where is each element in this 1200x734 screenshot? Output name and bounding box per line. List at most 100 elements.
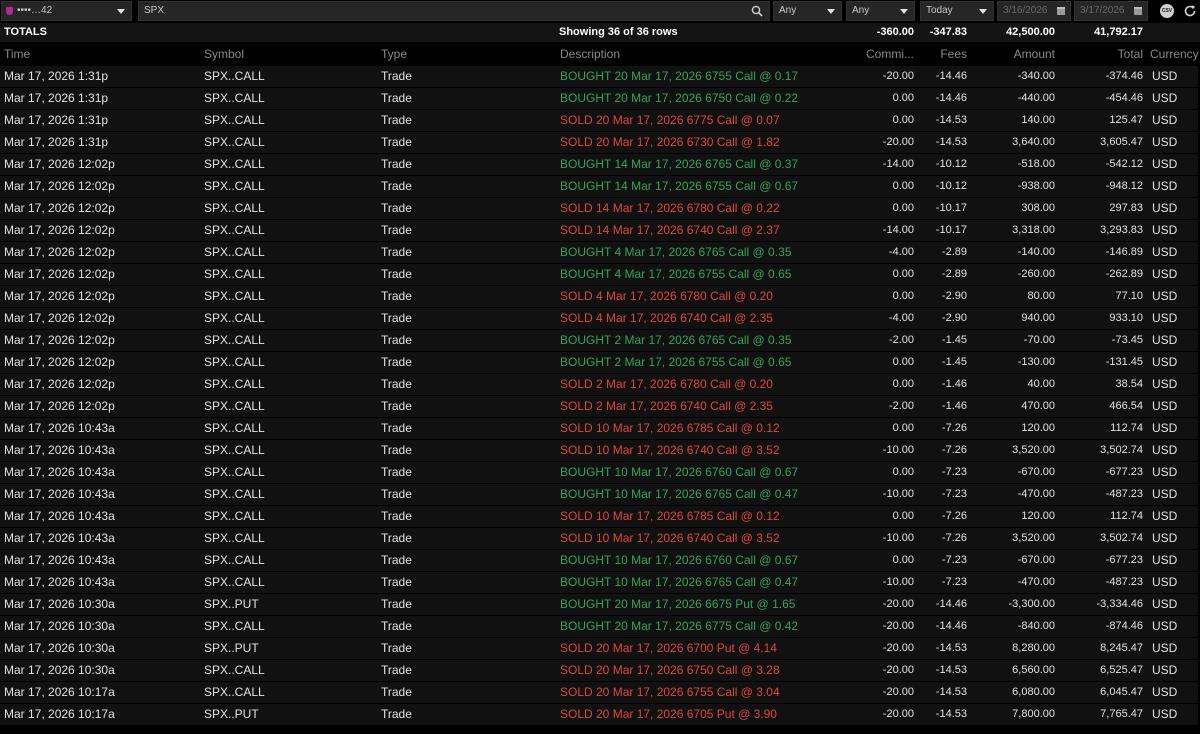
cell-type: Trade	[381, 597, 412, 611]
table-row[interactable]: Mar 17, 2026 10:43a SPX..CALL Trade BOUGHT …	[0, 550, 1198, 571]
cell-commission: -10.00	[882, 444, 914, 456]
column-header-time[interactable]: Time	[4, 44, 30, 65]
table-row[interactable]: Mar 17, 2026 1:31p SPX..CALL Trade SOLD 20 …	[0, 110, 1198, 131]
table-row[interactable]: Mar 17, 2026 12:02p SPX..CALL Trade BOUGHT …	[0, 154, 1198, 175]
cell-total: 38.54	[1115, 378, 1143, 390]
chevron-down-icon	[900, 9, 908, 14]
cell-total: 112.74	[1110, 510, 1143, 522]
cell-commission: 0.00	[892, 554, 914, 566]
cell-symbol: SPX..CALL	[204, 135, 265, 149]
column-header-type[interactable]: Type	[381, 44, 407, 65]
cell-commission: -20.00	[882, 642, 914, 654]
cell-currency: USD	[1152, 641, 1178, 655]
column-header-commission[interactable]: Commi...	[866, 44, 914, 65]
table-row[interactable]: Mar 17, 2026 10:30a SPX..PUT Trade SOLD 20 …	[0, 638, 1198, 659]
column-header-total[interactable]: Total	[1118, 44, 1143, 65]
date-from-input[interactable]: 3/16/2026	[997, 1, 1071, 21]
table-row[interactable]: Mar 17, 2026 10:30a SPX..CALL Trade SOLD 20…	[0, 660, 1198, 681]
cell-symbol: SPX..CALL	[204, 377, 265, 391]
table-row[interactable]: Mar 17, 2026 12:02p SPX..CALL Trade SOLD 4 …	[0, 308, 1198, 329]
cell-fees: -1.46	[941, 400, 967, 412]
cell-type: Trade	[381, 157, 412, 171]
cell-symbol: SPX..PUT	[204, 641, 259, 655]
cell-type: Trade	[381, 91, 412, 105]
table-row[interactable]: Mar 17, 2026 12:02p SPX..CALL Trade BOUGHT …	[0, 352, 1198, 373]
table-row[interactable]: Mar 17, 2026 10:43a SPX..CALL Trade SOLD 10…	[0, 528, 1198, 549]
table-row[interactable]: Mar 17, 2026 12:02p SPX..CALL Trade SOLD 4 …	[0, 286, 1198, 307]
table-row[interactable]: Mar 17, 2026 1:31p SPX..CALL Trade BOUGHT 2…	[0, 66, 1198, 87]
calendar-icon[interactable]	[1057, 7, 1065, 15]
table-header: Time Symbol Type Description Commi... Fe…	[0, 44, 1200, 65]
cell-fees: -14.53	[935, 642, 967, 654]
cell-symbol: SPX..CALL	[204, 663, 265, 677]
cell-amount: -70.00	[1023, 334, 1055, 346]
search-icon[interactable]	[751, 5, 763, 17]
table-row[interactable]: Mar 17, 2026 12:02p SPX..CALL Trade SOLD 14…	[0, 220, 1198, 241]
table-row[interactable]: Mar 17, 2026 10:17a SPX..CALL Trade SOLD 20…	[0, 682, 1198, 703]
column-header-currency[interactable]: Currency	[1150, 44, 1199, 65]
cell-commission: -4.00	[888, 312, 914, 324]
totals-amount: 42,500.00	[1006, 26, 1055, 38]
column-header-symbol[interactable]: Symbol	[204, 44, 244, 65]
cell-fees: -7.26	[941, 532, 967, 544]
account-selector[interactable]: ••••…42	[1, 1, 132, 21]
cell-amount: -840.00	[1017, 620, 1055, 632]
status-filter-select[interactable]: Any	[846, 1, 915, 21]
cell-currency: USD	[1152, 135, 1178, 149]
cell-time: Mar 17, 2026 10:30a	[4, 619, 115, 633]
cell-currency: USD	[1152, 179, 1178, 193]
table-row[interactable]: Mar 17, 2026 12:02p SPX..CALL Trade SOLD 2 …	[0, 374, 1198, 395]
table-row[interactable]: Mar 17, 2026 12:02p SPX..CALL Trade SOLD 2 …	[0, 396, 1198, 417]
cell-currency: USD	[1152, 69, 1178, 83]
export-csv-icon[interactable]: CSV	[1160, 4, 1174, 18]
cell-description: BOUGHT 10 Mar 17, 2026 6765 Call @ 0.47	[560, 575, 799, 589]
table-row[interactable]: Mar 17, 2026 12:02p SPX..CALL Trade BOUGHT …	[0, 330, 1198, 351]
table-row[interactable]: Mar 17, 2026 12:02p SPX..CALL Trade BOUGHT …	[0, 264, 1198, 285]
cell-time: Mar 17, 2026 12:02p	[4, 267, 115, 281]
cell-commission: -4.00	[888, 246, 914, 258]
cell-amount: -470.00	[1017, 488, 1055, 500]
date-from-value: 3/16/2026	[1003, 5, 1048, 16]
refresh-icon[interactable]	[1183, 4, 1197, 18]
cell-amount: -670.00	[1017, 554, 1055, 566]
cell-type: Trade	[381, 663, 412, 677]
date-to-input[interactable]: 3/17/2026	[1074, 1, 1148, 21]
cell-total: 8,245.47	[1100, 642, 1143, 654]
table-row[interactable]: Mar 17, 2026 12:02p SPX..CALL Trade BOUGHT …	[0, 176, 1198, 197]
cell-time: Mar 17, 2026 10:43a	[4, 443, 115, 457]
table-row[interactable]: Mar 17, 2026 12:02p SPX..CALL Trade BOUGHT …	[0, 242, 1198, 263]
table-row[interactable]: Mar 17, 2026 10:43a SPX..CALL Trade BOUGHT …	[0, 484, 1198, 505]
cell-type: Trade	[381, 443, 412, 457]
column-header-amount[interactable]: Amount	[1014, 44, 1055, 65]
cell-type: Trade	[381, 619, 412, 633]
table-row[interactable]: Mar 17, 2026 12:02p SPX..CALL Trade SOLD 14…	[0, 198, 1198, 219]
cell-total: -677.23	[1105, 466, 1143, 478]
date-range-select[interactable]: Today	[920, 1, 994, 21]
cell-currency: USD	[1152, 597, 1178, 611]
table-row[interactable]: Mar 17, 2026 10:43a SPX..CALL Trade BOUGHT …	[0, 572, 1198, 593]
table-row[interactable]: Mar 17, 2026 10:30a SPX..CALL Trade BOUGHT …	[0, 616, 1198, 637]
cell-time: Mar 17, 2026 1:31p	[4, 69, 109, 83]
table-row[interactable]: Mar 17, 2026 10:17a SPX..PUT Trade SOLD 20 …	[0, 704, 1198, 725]
table-row[interactable]: Mar 17, 2026 1:31p SPX..CALL Trade SOLD 20 …	[0, 132, 1198, 153]
cell-fees: -7.23	[941, 488, 967, 500]
table-row[interactable]: Mar 17, 2026 1:31p SPX..CALL Trade BOUGHT 2…	[0, 88, 1198, 109]
cell-description: BOUGHT 2 Mar 17, 2026 6755 Call @ 0.65	[560, 355, 792, 369]
symbol-search-input[interactable]: SPX	[138, 1, 770, 21]
cell-amount: 80.00	[1027, 290, 1055, 302]
type-filter-select[interactable]: Any	[773, 1, 842, 21]
cell-time: Mar 17, 2026 10:43a	[4, 575, 115, 589]
transaction-history-panel: ••••…42 SPX Any Any Today 3/16/2026 3/17…	[0, 0, 1200, 734]
table-row[interactable]: Mar 17, 2026 10:43a SPX..CALL Trade BOUGHT …	[0, 462, 1198, 483]
date-range-value: Today	[926, 5, 953, 16]
table-row[interactable]: Mar 17, 2026 10:43a SPX..CALL Trade SOLD 10…	[0, 506, 1198, 527]
cell-symbol: SPX..CALL	[204, 179, 265, 193]
column-header-description[interactable]: Description	[560, 44, 620, 65]
calendar-icon[interactable]	[1134, 7, 1142, 15]
table-row[interactable]: Mar 17, 2026 10:30a SPX..PUT Trade BOUGHT 2…	[0, 594, 1198, 615]
table-row[interactable]: Mar 17, 2026 10:43a SPX..CALL Trade SOLD 10…	[0, 418, 1198, 439]
column-header-fees[interactable]: Fees	[940, 44, 967, 65]
table-row[interactable]: Mar 17, 2026 10:43a SPX..CALL Trade SOLD 10…	[0, 440, 1198, 461]
cell-description: SOLD 10 Mar 17, 2026 6740 Call @ 3.52	[560, 531, 780, 545]
cell-currency: USD	[1152, 245, 1178, 259]
